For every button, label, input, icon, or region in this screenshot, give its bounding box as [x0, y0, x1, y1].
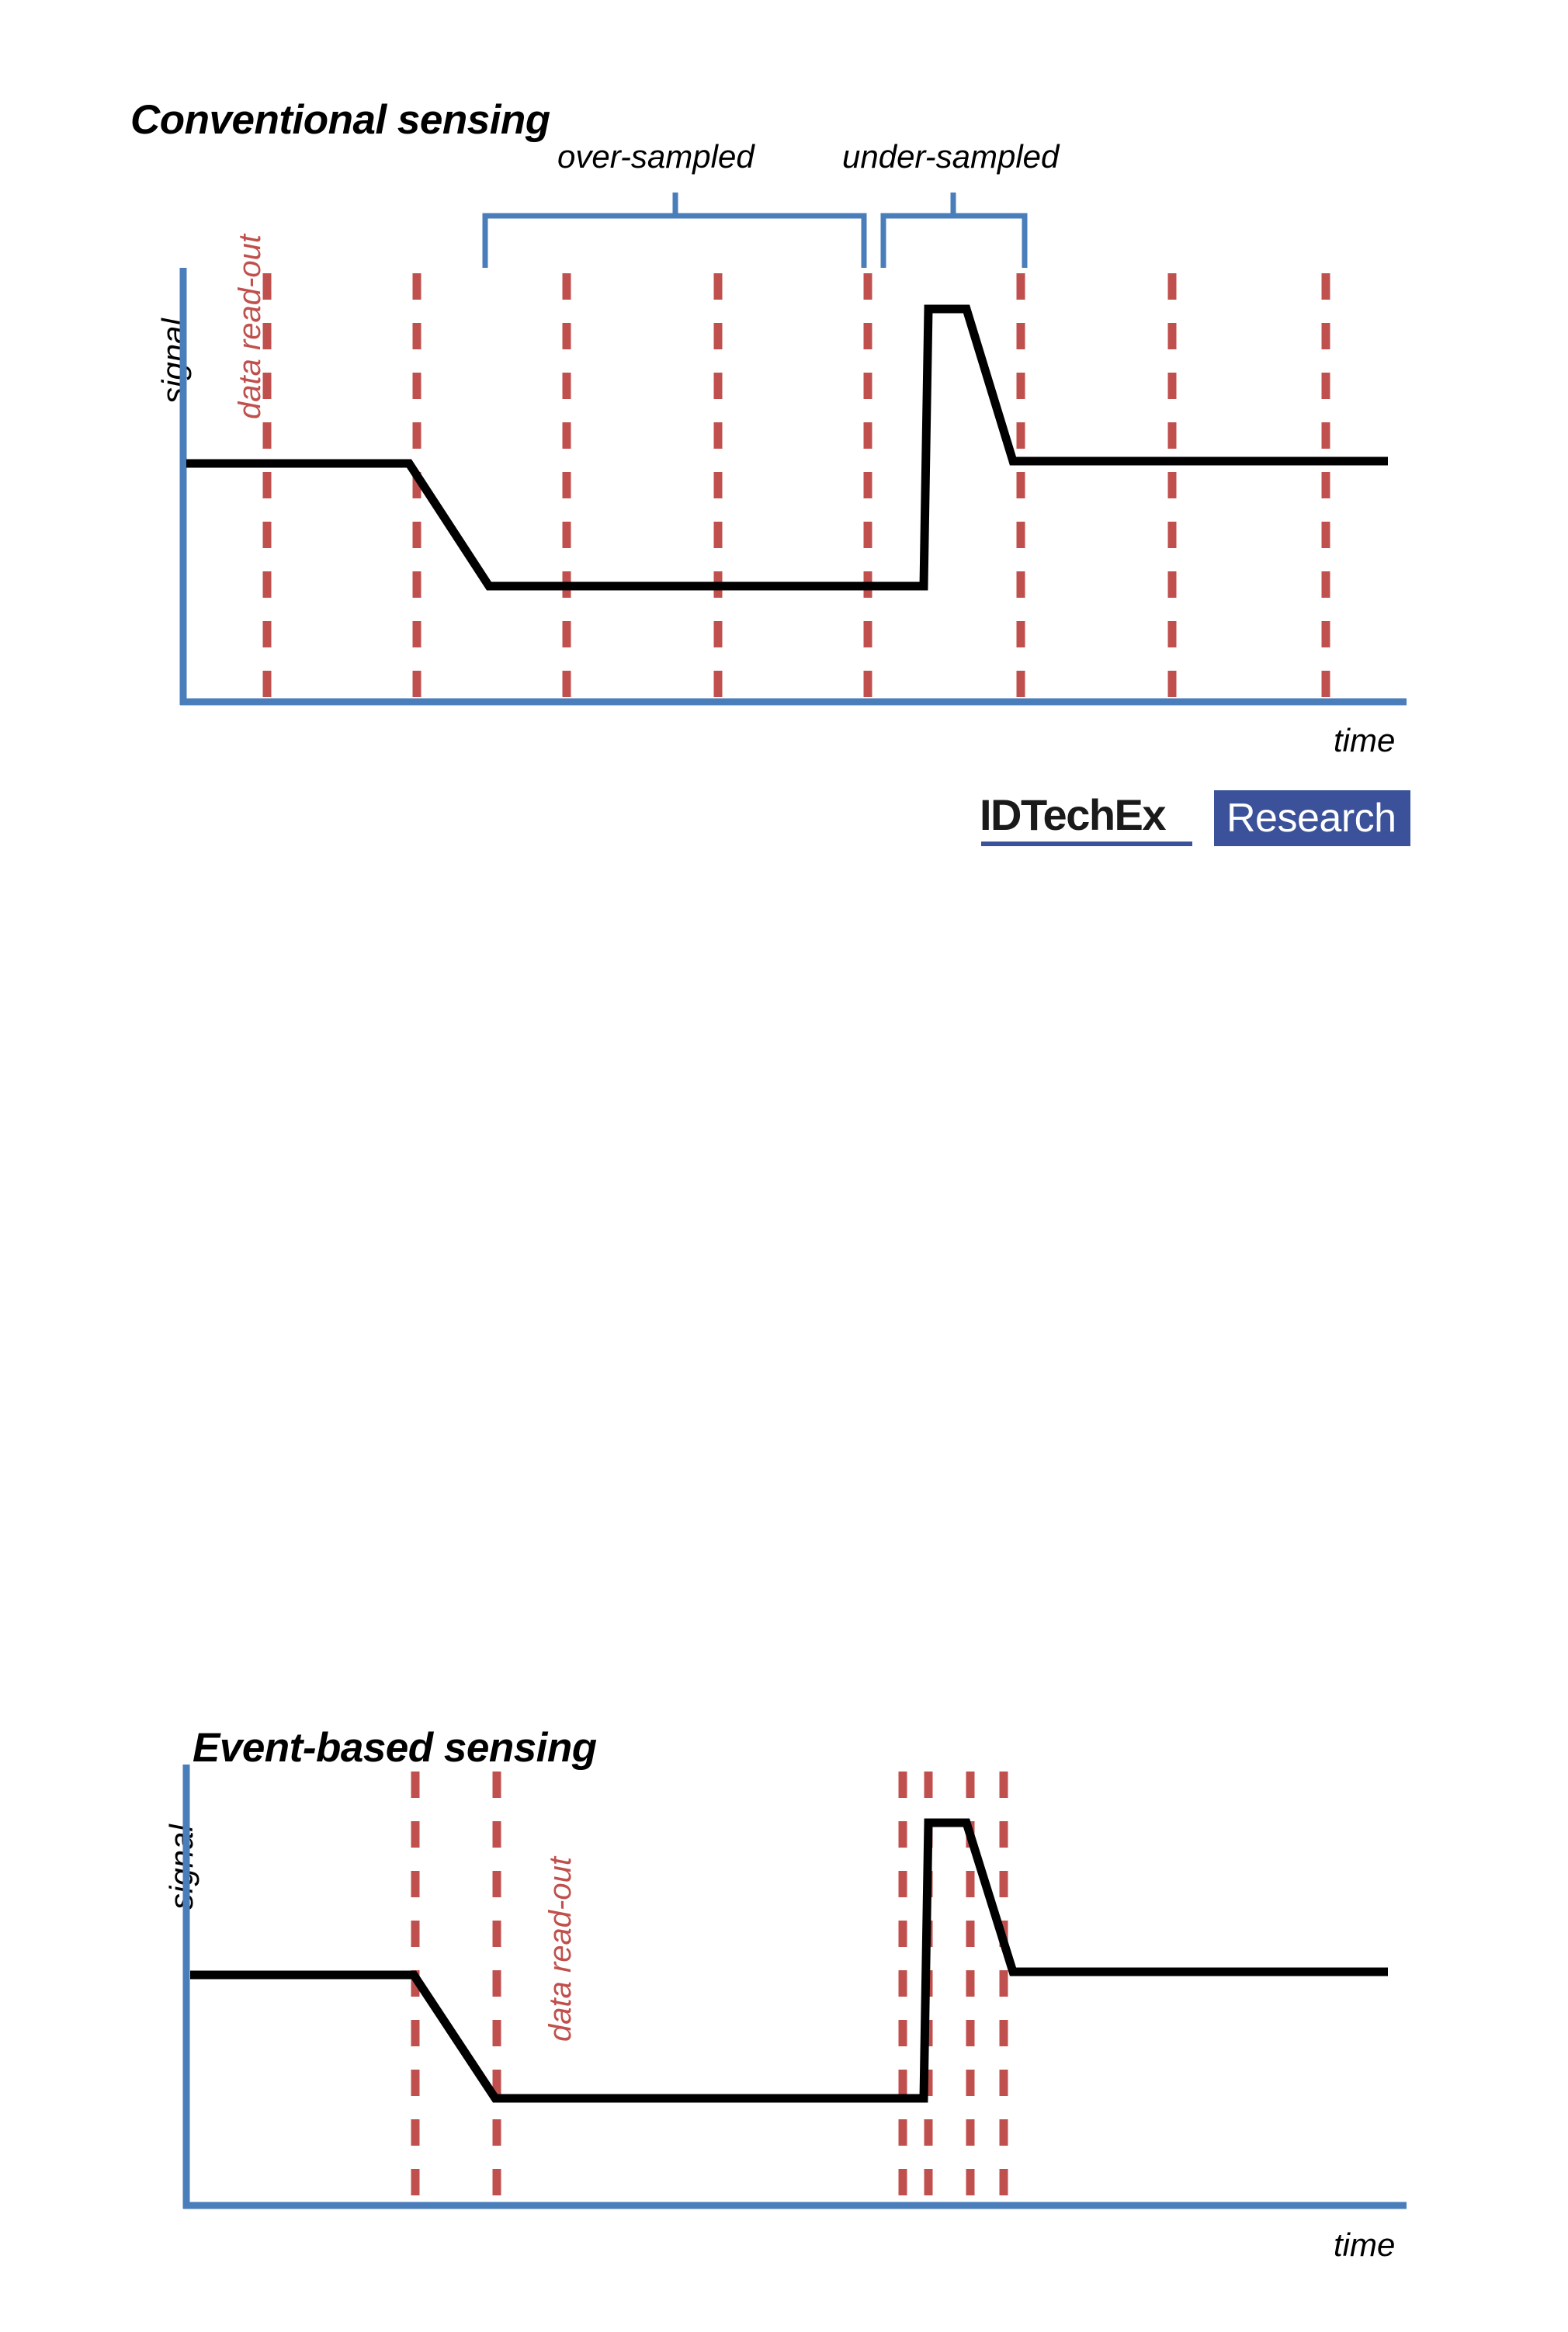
axis-lines-event [182, 1765, 1407, 2209]
readout-dashed-lines-event [411, 1772, 1008, 2203]
signal-trace-conventional [186, 304, 1388, 591]
diagram-canvas: Conventional sensing signal time data re… [0, 0, 1568, 2263]
conventional-chart-graphics [179, 193, 1407, 706]
event-chart-graphics [182, 1765, 1407, 2209]
signal-trace-event [190, 1818, 1388, 2103]
panel-conventional-sensing: Conventional sensing signal time data re… [0, 0, 1568, 776]
bracket-under-sampled [880, 193, 1028, 268]
panel-event-based-sensing: Event-based sensing signal time data rea… [0, 823, 1568, 2263]
axis-lines-conventional [179, 268, 1407, 706]
bracket-over-sampled [482, 193, 867, 268]
